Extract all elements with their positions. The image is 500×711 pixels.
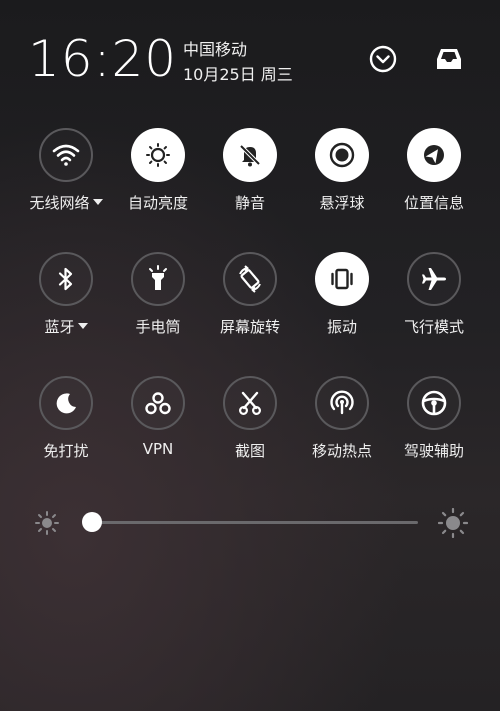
toggle-label-text: 屏幕旋转: [219, 318, 280, 336]
expand-button[interactable]: [366, 42, 400, 76]
toggle-label-text: 移动热点: [311, 442, 372, 460]
vibrate-icon: [328, 267, 356, 291]
brightness-thumb[interactable]: [82, 512, 102, 532]
toggle-moon[interactable]: 免打扰: [20, 376, 112, 461]
toggle-label: VPN: [112, 440, 204, 458]
toggle-label-text: 自动亮度: [127, 194, 188, 212]
toggle-button[interactable]: [407, 376, 461, 430]
toggle-button[interactable]: [39, 376, 93, 430]
bluetooth-icon: [55, 266, 77, 292]
brightness-low-icon: [35, 511, 59, 535]
toggle-button[interactable]: [39, 128, 93, 182]
toggle-label-text: 无线网络: [29, 194, 90, 212]
toggle-label: 截图: [204, 440, 296, 461]
toggle-label: 手电筒: [112, 316, 204, 337]
date-text: 10月25日 周三: [183, 65, 293, 84]
toggle-button[interactable]: [131, 376, 185, 430]
toggle-label-text: 位置信息: [403, 194, 464, 212]
toggle-label: 飞行模式: [388, 316, 480, 337]
clock: 16:20: [28, 30, 178, 88]
toggle-label: 无线网络: [20, 192, 112, 213]
brightness-icon: [145, 142, 171, 168]
floating-ball-icon: [328, 141, 356, 169]
chevron-down-circle-icon: [369, 45, 397, 73]
toggle-bluetooth[interactable]: 蓝牙: [20, 252, 112, 337]
toggle-button[interactable]: [407, 252, 461, 306]
rotate-screen-icon: [236, 265, 264, 293]
airplane-icon: [420, 265, 448, 293]
toggle-vibrate[interactable]: 振动: [296, 252, 388, 337]
toggle-label: 位置信息: [388, 192, 480, 213]
toggle-label-text: 截图: [234, 442, 265, 460]
toggle-label: 驾驶辅助: [388, 440, 480, 461]
vpn-icon: [144, 390, 172, 416]
toggle-label: 悬浮球: [296, 192, 388, 213]
toggle-label: 蓝牙: [20, 316, 112, 337]
toggle-label: 免打扰: [20, 440, 112, 461]
bell-off-icon: [237, 142, 263, 168]
toggle-button[interactable]: [131, 128, 185, 182]
toggle-hotspot[interactable]: 移动热点: [296, 376, 388, 461]
flashlight-icon: [145, 265, 171, 293]
inbox-icon: [437, 49, 461, 69]
toggle-brightness[interactable]: 自动亮度: [112, 128, 204, 213]
wifi-icon: [52, 143, 80, 167]
toggle-bell-off[interactable]: 静音: [204, 128, 296, 213]
brightness-slider[interactable]: [30, 505, 470, 539]
toggle-flashlight[interactable]: 手电筒: [112, 252, 204, 337]
toggle-label-text: VPN: [142, 440, 174, 458]
toggle-label: 静音: [204, 192, 296, 213]
dropdown-caret-icon[interactable]: [77, 322, 88, 329]
steering-wheel-icon: [420, 389, 448, 417]
toggle-wifi[interactable]: 无线网络: [20, 128, 112, 213]
toggle-label: 屏幕旋转: [204, 316, 296, 337]
toggle-label-text: 飞行模式: [403, 318, 464, 336]
dropdown-caret-icon[interactable]: [92, 198, 103, 205]
toggle-label-text: 驾驶辅助: [403, 442, 464, 460]
toggle-label-text: 振动: [326, 318, 357, 336]
carrier-name: 中国移动: [183, 40, 248, 59]
toggle-location[interactable]: 位置信息: [388, 128, 480, 213]
toggle-label: 自动亮度: [112, 192, 204, 213]
toggle-label-text: 免打扰: [43, 442, 89, 460]
toggle-button[interactable]: [39, 252, 93, 306]
notification-inbox-button[interactable]: [432, 42, 466, 76]
toggle-airplane[interactable]: 飞行模式: [388, 252, 480, 337]
toggle-button[interactable]: [223, 376, 277, 430]
location-icon: [421, 142, 447, 168]
toggle-button[interactable]: [315, 252, 369, 306]
toggle-button[interactable]: [223, 128, 277, 182]
toggle-label-text: 蓝牙: [44, 318, 75, 336]
toggle-button[interactable]: [131, 252, 185, 306]
toggle-floating-ball[interactable]: 悬浮球: [296, 128, 388, 213]
scissors-icon: [237, 390, 263, 416]
toggle-label-text: 悬浮球: [319, 194, 365, 212]
toggle-label: 移动热点: [296, 440, 388, 461]
toggle-label-text: 静音: [234, 194, 265, 212]
toggle-button[interactable]: [407, 128, 461, 182]
toggle-button[interactable]: [223, 252, 277, 306]
toggle-label-text: 手电筒: [135, 318, 181, 336]
brightness-track[interactable]: [92, 521, 418, 524]
hotspot-icon: [328, 389, 356, 417]
toggle-label: 振动: [296, 316, 388, 337]
toggle-button[interactable]: [315, 128, 369, 182]
toggle-scissors[interactable]: 截图: [204, 376, 296, 461]
toggle-rotate-screen[interactable]: 屏幕旋转: [204, 252, 296, 337]
toggle-steering-wheel[interactable]: 驾驶辅助: [388, 376, 480, 461]
toggle-vpn[interactable]: VPN: [112, 376, 204, 458]
brightness-high-icon: [438, 508, 468, 538]
moon-icon: [53, 390, 79, 416]
toggle-button[interactable]: [315, 376, 369, 430]
